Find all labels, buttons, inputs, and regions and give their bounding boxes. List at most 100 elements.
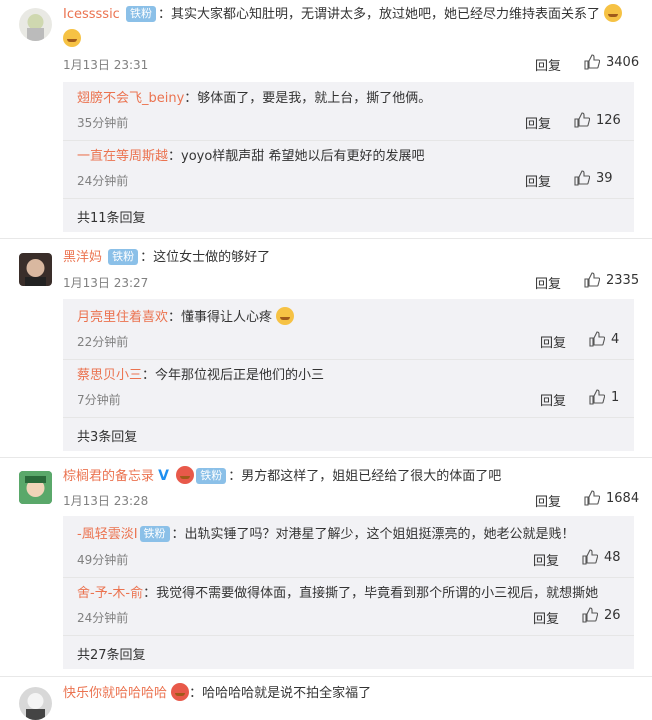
like-count: 4 xyxy=(611,331,620,347)
reply-time: 22分钟前 xyxy=(77,335,129,349)
thumbs-up-icon xyxy=(582,549,598,565)
like-button[interactable]: 26 xyxy=(582,607,621,623)
avatar[interactable] xyxy=(19,471,52,504)
thumbs-up-icon xyxy=(582,607,598,623)
thumbs-up-icon xyxy=(589,389,605,405)
reply-button[interactable]: 回复 xyxy=(533,608,559,627)
reply-list: 月亮里住着喜欢：懂事得让人心疼 22分钟前 回复 4 蔡思贝小三：今年那位视后正… xyxy=(63,299,634,451)
like-button[interactable]: 39 xyxy=(574,170,613,186)
reply-list: 翅膀不会飞_beiny：够体面了，要是我，就上台，撕了他俩。 35分钟前 回复 … xyxy=(63,82,634,232)
comment-text-line: Icessssic 铁粉 ：其实大家都心知肚明，无谓讲太多，放过她吧，她已经尽力维… xyxy=(63,4,623,26)
fan-badge: 铁粉 xyxy=(196,468,227,484)
divider xyxy=(0,238,652,239)
reply-body: ：出轨实锤了吗？对港星了解少，这个姐姐挺漂亮的，她老公就是贱！ xyxy=(171,527,575,542)
divider xyxy=(63,140,634,141)
thumbs-up-icon xyxy=(574,112,590,128)
laughing-emoji-icon xyxy=(604,4,623,22)
username[interactable]: 棕榈君的备忘录 xyxy=(63,469,154,484)
thumbs-up-icon xyxy=(584,54,600,70)
comment-time: 1月13日 23:31 xyxy=(63,58,149,72)
reply-text-line: 舍-予-木-俞：我觉得不需要做得体面，直接撕了，毕竟看到那个所谓的小三视后，就想… xyxy=(77,584,598,604)
heart-emoji-icon xyxy=(176,466,195,484)
reply-username[interactable]: -風轻雲淡I xyxy=(77,527,138,542)
like-button[interactable]: 1 xyxy=(589,389,619,405)
reply-username[interactable]: 月亮里住着喜欢 xyxy=(77,310,168,325)
reply-text-line: -風轻雲淡I 铁粉 ：出轨实锤了吗？对港星了解少，这个姐姐挺漂亮的，她老公就是贱！ xyxy=(77,525,575,545)
reply-body: ：够体面了，要是我，就上台，撕了他俩。 xyxy=(184,91,432,106)
like-button[interactable]: 126 xyxy=(574,112,621,128)
reply-text-line: 月亮里住着喜欢：懂事得让人心疼 xyxy=(77,307,295,328)
comment-body: ：其实大家都心知肚明，无谓讲太多，放过她吧，她已经尽力维持表面关系了 xyxy=(157,7,600,22)
avatar[interactable] xyxy=(19,687,52,720)
reply-button[interactable]: 回复 xyxy=(535,55,561,74)
divider xyxy=(63,635,634,636)
reply-username[interactable]: 翅膀不会飞_beiny xyxy=(77,91,184,106)
comment-text-line: 黑洋妈 铁粉 ：这位女士做的够好了 xyxy=(63,247,270,269)
avatar[interactable] xyxy=(19,8,52,41)
like-count: 39 xyxy=(596,170,613,186)
like-count: 48 xyxy=(604,549,621,565)
comment-time: 1月13日 23:28 xyxy=(63,494,149,508)
thumbs-up-icon xyxy=(584,272,600,288)
comment-body: ：这位女士做的够好了 xyxy=(140,250,271,265)
comment-time: 1月13日 23:27 xyxy=(63,276,149,290)
reply-button[interactable]: 回复 xyxy=(535,491,561,510)
more-replies-link[interactable]: 共27条回复 xyxy=(77,644,146,663)
like-count: 1 xyxy=(611,389,620,405)
reply-username[interactable]: 一直在等周斯越 xyxy=(77,149,168,164)
comment-text-line: 棕榈君的备忘录 V 铁粉 ：男方都这样了，姐姐已经给了很大的体面了吧 xyxy=(63,466,501,488)
like-count: 2335 xyxy=(606,272,640,288)
like-count: 3406 xyxy=(606,54,640,70)
like-button[interactable]: 3406 xyxy=(584,54,639,70)
reply-time: 35分钟前 xyxy=(77,116,129,130)
divider xyxy=(0,676,652,677)
reply-text-line: 一直在等周斯越：yoyo样靓声甜 希望她以后有更好的发展吧 xyxy=(77,147,424,167)
heart-emoji-icon xyxy=(171,683,190,701)
like-button[interactable]: 1684 xyxy=(584,490,639,506)
divider xyxy=(63,359,634,360)
like-button[interactable]: 48 xyxy=(582,549,621,565)
divider xyxy=(63,198,634,199)
reply-body: ：yoyo样靓声甜 希望她以后有更好的发展吧 xyxy=(168,149,425,164)
verified-v-icon: V xyxy=(158,468,169,484)
thumbs-up-icon xyxy=(574,170,590,186)
fan-badge: 铁粉 xyxy=(139,526,170,542)
laughing-emoji-icon xyxy=(63,29,81,47)
divider xyxy=(63,577,634,578)
reply-button[interactable]: 回复 xyxy=(533,550,559,569)
reply-time: 24分钟前 xyxy=(77,174,129,188)
reply-button[interactable]: 回复 xyxy=(540,332,566,351)
more-replies-link[interactable]: 共3条回复 xyxy=(77,426,137,445)
reply-body: ：懂事得让人心疼 xyxy=(168,310,273,325)
divider xyxy=(0,457,652,458)
like-button[interactable]: 4 xyxy=(589,331,619,347)
username[interactable]: Icessssic xyxy=(63,7,120,22)
comment-body: ：男方都这样了，姐姐已经给了很大的体面了吧 xyxy=(228,469,502,484)
like-count: 126 xyxy=(596,112,621,128)
reply-text-line: 翅膀不会飞_beiny：够体面了，要是我，就上台，撕了他俩。 xyxy=(77,89,431,109)
reply-username[interactable]: 舍-予-木-俞 xyxy=(77,586,143,601)
like-button[interactable]: 2335 xyxy=(584,272,639,288)
like-count: 1684 xyxy=(606,490,640,506)
divider xyxy=(63,417,634,418)
reply-button[interactable]: 回复 xyxy=(525,113,551,132)
reply-list: -風轻雲淡I 铁粉 ：出轨实锤了吗？对港星了解少，这个姐姐挺漂亮的，她老公就是贱！ … xyxy=(63,516,634,669)
username[interactable]: 黑洋妈 xyxy=(63,250,102,265)
thumbs-up-icon xyxy=(584,490,600,506)
fan-badge: 铁粉 xyxy=(108,249,139,265)
username[interactable]: 快乐你就哈哈哈哈 xyxy=(63,686,167,701)
reply-body: ：我觉得不需要做得体面，直接撕了，毕竟看到那个所谓的小三视后，就想撕她 xyxy=(143,586,599,601)
reply-username[interactable]: 蔡思贝小三 xyxy=(77,368,142,383)
more-replies-link[interactable]: 共11条回复 xyxy=(77,207,146,226)
thumbs-up-icon xyxy=(589,331,605,347)
avatar[interactable] xyxy=(19,253,52,286)
emoji-icon xyxy=(276,307,295,325)
fan-badge: 铁粉 xyxy=(125,6,156,22)
reply-body: ：今年那位视后正是他们的小三 xyxy=(142,368,325,383)
reply-time: 24分钟前 xyxy=(77,611,129,625)
reply-time: 7分钟前 xyxy=(77,393,121,407)
reply-button[interactable]: 回复 xyxy=(535,273,561,292)
comment-body: ：哈哈哈哈就是说不拍全家福了 xyxy=(189,686,372,701)
reply-button[interactable]: 回复 xyxy=(525,171,551,190)
reply-button[interactable]: 回复 xyxy=(540,390,566,409)
